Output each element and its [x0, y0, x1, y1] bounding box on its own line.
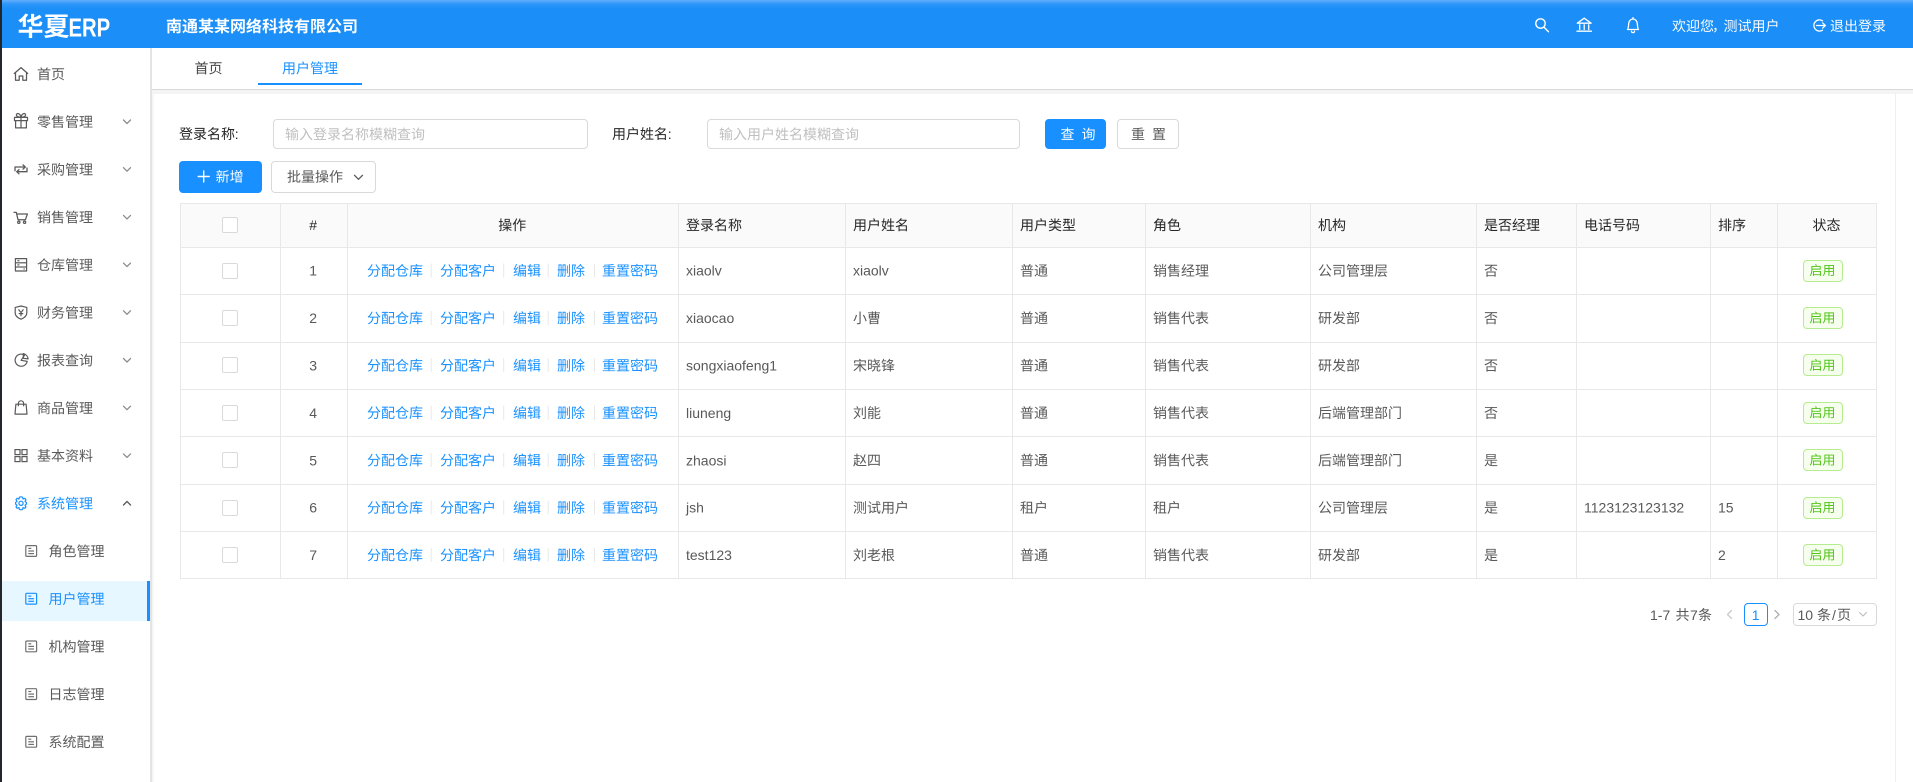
- svg-text:1-7: 1-7: [1650, 607, 1670, 623]
- svg-text:6: 6: [309, 500, 317, 516]
- svg-text:7: 7: [1690, 607, 1698, 623]
- svg-text:liuneng: liuneng: [686, 405, 731, 421]
- svg-text::: :: [235, 126, 239, 142]
- svg-text:15: 15: [1718, 500, 1734, 516]
- svg-text:xiaolv: xiaolv: [686, 263, 722, 279]
- svg-text:1: 1: [1752, 607, 1760, 623]
- svg-text:test123: test123: [686, 547, 732, 563]
- svg-text:/: /: [1832, 607, 1836, 623]
- svg-text:7: 7: [309, 547, 317, 563]
- svg-text::: :: [668, 126, 672, 142]
- svg-text:4: 4: [309, 405, 317, 421]
- svg-text:1: 1: [309, 263, 317, 279]
- svg-text:10: 10: [1798, 607, 1814, 623]
- svg-text:xiaocao: xiaocao: [686, 310, 734, 326]
- svg-text:#: #: [309, 217, 317, 233]
- svg-text:zhaosi: zhaosi: [686, 452, 726, 468]
- svg-text:5: 5: [309, 452, 317, 468]
- svg-text:2: 2: [1718, 547, 1726, 563]
- svg-text:3: 3: [309, 358, 317, 374]
- svg-text:xiaolv: xiaolv: [853, 263, 889, 279]
- svg-text:1123123123132: 1123123123132: [1584, 500, 1684, 516]
- svg-text:ERP: ERP: [69, 13, 111, 42]
- svg-text:2: 2: [309, 310, 317, 326]
- svg-text:jsh: jsh: [685, 500, 704, 516]
- svg-text:songxiaofeng1: songxiaofeng1: [686, 358, 777, 374]
